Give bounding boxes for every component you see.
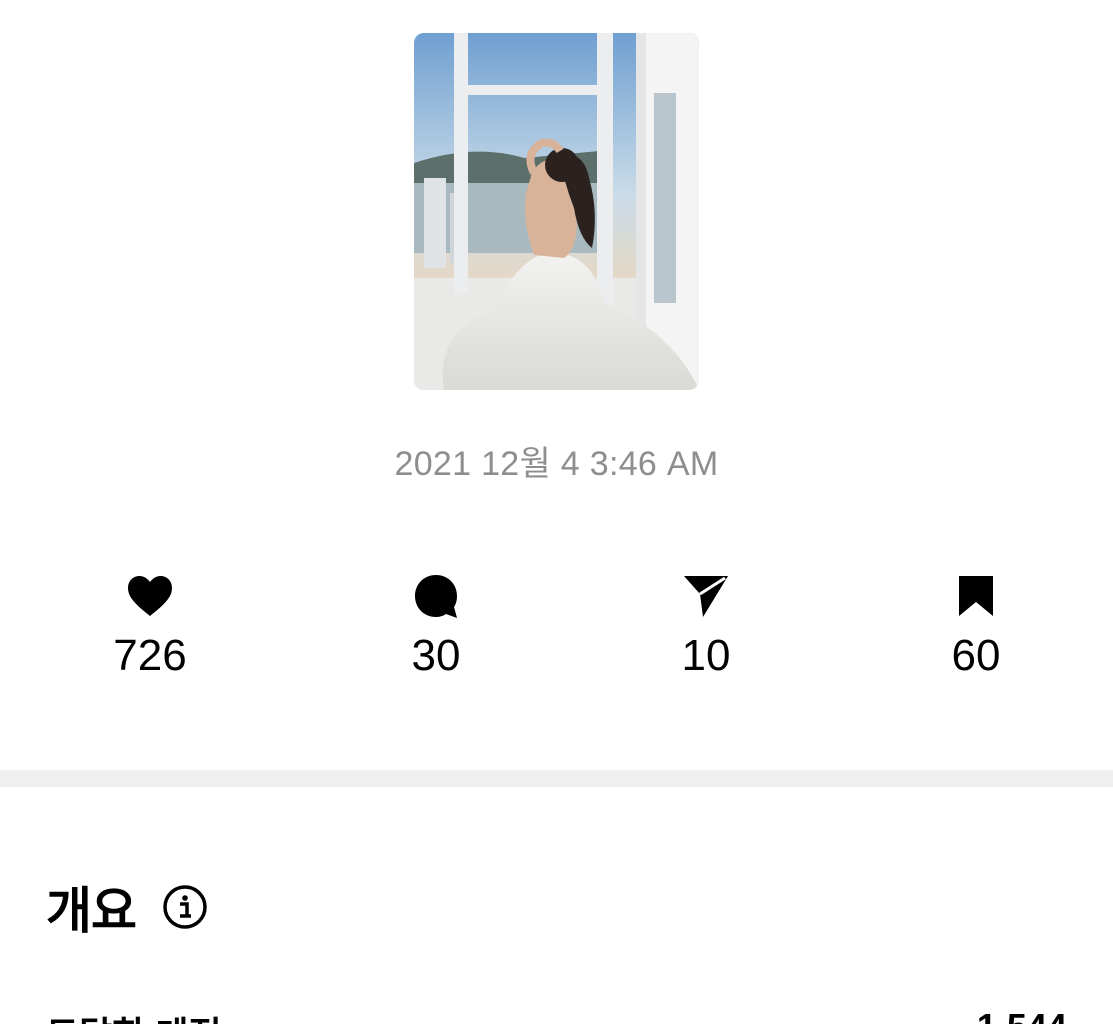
overview-row-label: 도달한 계정: [46, 1006, 222, 1024]
saves-stat[interactable]: 60: [876, 572, 1076, 682]
shares-count: 10: [681, 631, 731, 680]
engagement-stats: 726 30 10 60: [0, 572, 1113, 692]
likes-stat[interactable]: 726: [50, 572, 250, 682]
comments-count: 30: [411, 631, 461, 680]
comments-stat[interactable]: 30: [336, 572, 536, 682]
overview-row-accounts-reached[interactable]: 도달한 계정 1,544: [46, 1006, 1067, 1024]
post-photo: [414, 33, 699, 390]
overview-row-value: 1,544: [977, 1006, 1067, 1024]
likes-count: 726: [113, 631, 187, 680]
info-icon[interactable]: [162, 884, 208, 930]
overview-title: 개요: [46, 883, 137, 939]
overview-header: 개요: [46, 875, 208, 939]
bookmark-icon: [959, 576, 993, 616]
comment-icon: [415, 575, 457, 618]
saves-count: 60: [951, 631, 1001, 680]
post-date: 2021 12월 4 3:46 AM: [394, 445, 719, 483]
send-icon: [684, 576, 728, 617]
section-divider: [0, 770, 1113, 787]
post-thumbnail[interactable]: [414, 33, 699, 390]
post-insights-page: 2021 12월 4 3:46 AM 726 30 10 60 개요: [0, 0, 1113, 1024]
heart-icon: [128, 576, 172, 616]
shares-stat[interactable]: 10: [606, 572, 806, 682]
